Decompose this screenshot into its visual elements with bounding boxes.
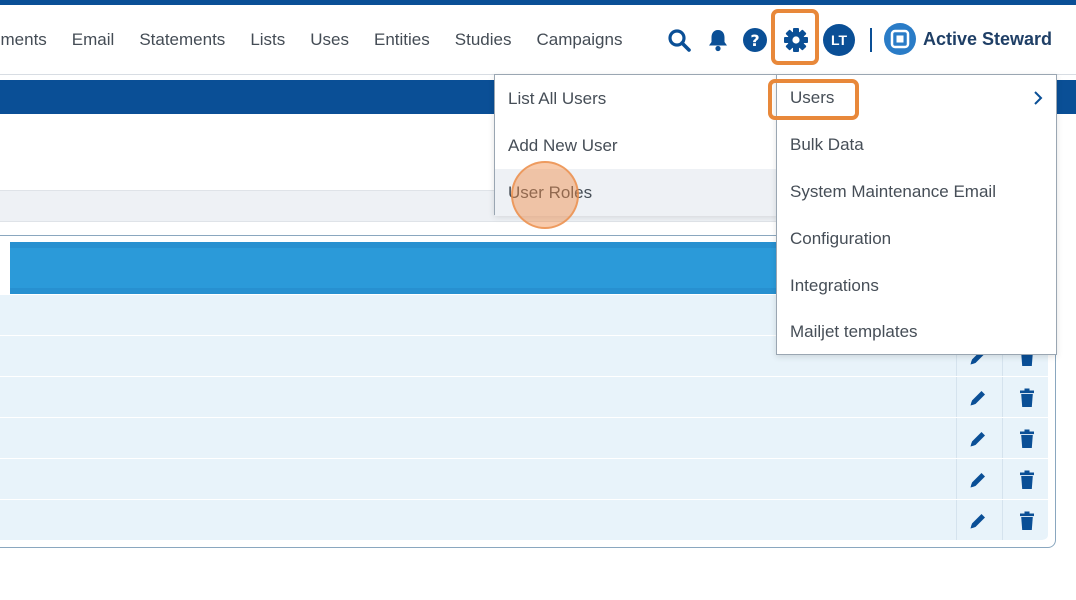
cell-divider [1002, 500, 1003, 540]
pencil-icon[interactable] [967, 428, 989, 450]
nav-link-campaigns[interactable]: Campaigns [524, 30, 635, 50]
trash-icon[interactable] [1016, 428, 1038, 450]
cell-divider [1002, 418, 1003, 458]
nav-link-email[interactable]: Email [59, 30, 127, 50]
user-avatar[interactable]: LT [823, 24, 855, 56]
gear-highlight-box [771, 9, 819, 65]
menu-item-integrations[interactable]: Integrations [777, 262, 1056, 309]
avatar-initials: LT [823, 24, 855, 56]
table-row [0, 500, 1048, 541]
nav-link-lists[interactable]: Lists [238, 30, 298, 50]
trash-icon[interactable] [1016, 510, 1038, 532]
nav-divider [870, 28, 872, 52]
menu-item-mailjet-templates[interactable]: Mailjet templates [777, 309, 1056, 356]
menu-item-label: Bulk Data [790, 135, 864, 155]
pencil-icon[interactable] [967, 469, 989, 491]
nav-link-uses[interactable]: Uses [298, 30, 362, 50]
cell-divider [956, 418, 957, 458]
menu-item-label: Mailjet templates [790, 322, 918, 342]
cell-divider [1002, 459, 1003, 499]
nav-link-statements[interactable]: Statements [127, 30, 238, 50]
top-navbar: ments Email Statements Lists Uses Entiti… [0, 5, 1076, 75]
help-icon[interactable]: ? [742, 27, 768, 53]
menu-item-label: User Roles [508, 182, 593, 202]
menu-item-label: System Maintenance Email [790, 181, 996, 201]
menu-item-user-roles[interactable]: User Roles [495, 169, 777, 216]
menu-item-list-all-users[interactable]: List All Users [495, 75, 777, 122]
cell-divider [1002, 377, 1003, 417]
menu-item-add-new-user[interactable]: Add New User [495, 122, 777, 169]
table-row [0, 377, 1048, 418]
search-icon[interactable] [666, 27, 692, 53]
menu-item-label: Integrations [790, 275, 879, 295]
pencil-icon[interactable] [967, 510, 989, 532]
menu-item-label: List All Users [508, 88, 607, 108]
brand-logo-icon [884, 23, 916, 55]
nav-link-studies[interactable]: Studies [442, 30, 524, 50]
brand[interactable]: Active Steward [884, 23, 1052, 55]
trash-icon[interactable] [1016, 387, 1038, 409]
nav-links: ments Email Statements Lists Uses Entiti… [0, 5, 635, 75]
menu-item-bulk-data[interactable]: Bulk Data [777, 122, 1056, 169]
cell-divider [956, 500, 957, 540]
pencil-icon[interactable] [967, 387, 989, 409]
cell-divider [956, 377, 957, 417]
menu-item-label: Configuration [790, 228, 892, 248]
chevron-right-icon [1032, 89, 1044, 112]
cell-divider [956, 459, 957, 499]
table-row [0, 418, 1048, 459]
users-highlight-box [768, 79, 859, 120]
nav-link-entities[interactable]: Entities [362, 30, 443, 50]
menu-item-label: Add New User [508, 135, 618, 155]
bell-icon[interactable] [706, 27, 730, 53]
menu-item-system-maintenance-email[interactable]: System Maintenance Email [777, 169, 1056, 216]
trash-icon[interactable] [1016, 469, 1038, 491]
nav-link-documents[interactable]: ments [0, 30, 59, 50]
users-submenu: List All Users Add New User User Roles [494, 74, 778, 216]
svg-text:?: ? [750, 31, 759, 50]
menu-item-configuration[interactable]: Configuration [777, 215, 1056, 262]
table-row [0, 459, 1048, 500]
brand-name: Active Steward [923, 28, 1053, 49]
